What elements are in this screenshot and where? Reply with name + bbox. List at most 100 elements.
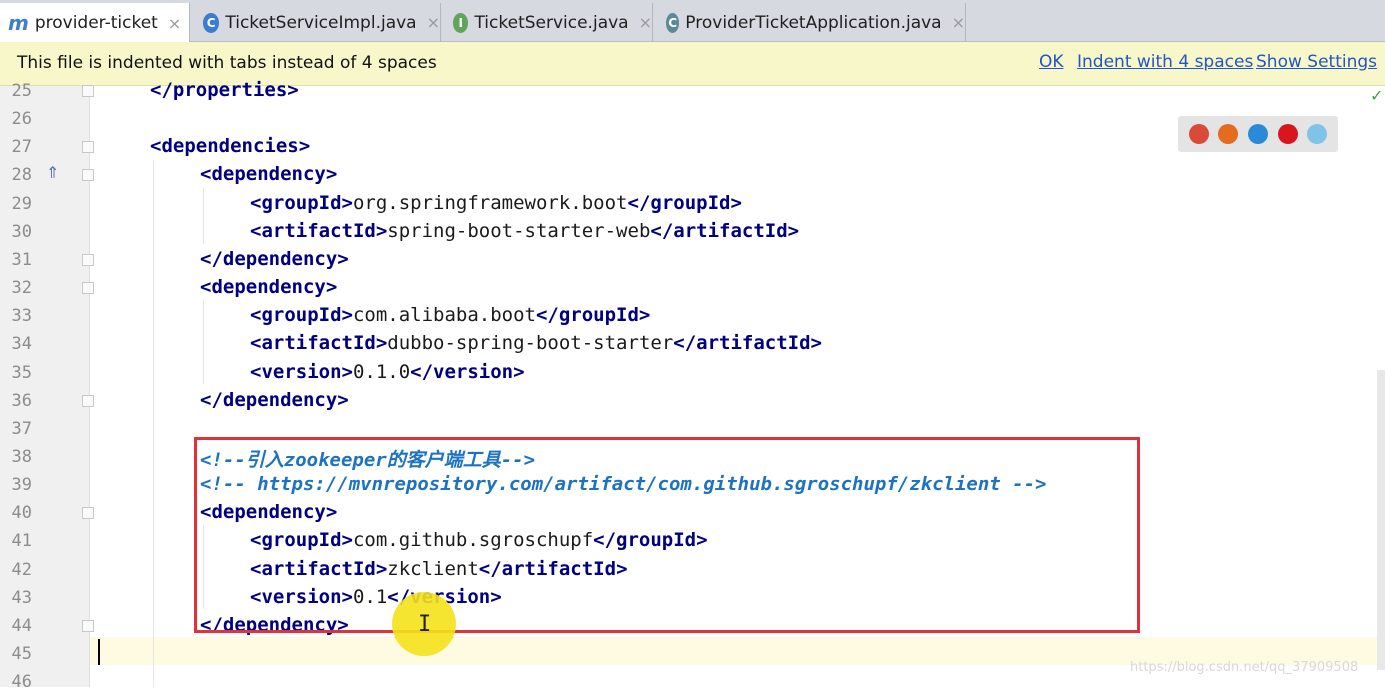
line-number: 34 [11, 334, 32, 355]
xml-tag: <version> [250, 360, 353, 383]
line-number: 37 [11, 418, 32, 439]
xml-tag: </version> [410, 360, 525, 383]
xml-tag: <artifactId> [250, 219, 388, 242]
code-text: <dependency> [200, 163, 337, 185]
line-number: 43 [11, 587, 32, 608]
inspection-ok-icon: ✓ [1370, 86, 1384, 105]
zkclient-dependency-highlight [194, 437, 1140, 633]
line-number: 42 [11, 559, 32, 580]
code-text: <groupId>com.alibaba.boot</groupId> [250, 304, 650, 326]
safari-icon[interactable] [1247, 124, 1268, 144]
code-line[interactable]: 25 </properties> [0, 77, 1385, 105]
xml-tag: <dependency> [200, 163, 338, 186]
line-number: 28 [11, 165, 32, 186]
ok-link[interactable]: OK [1039, 52, 1064, 72]
line-number: 41 [11, 531, 32, 552]
code-text: </dependency> [200, 248, 349, 270]
line-number: 39 [11, 475, 32, 496]
xml-text: spring-boot-starter-web [387, 219, 651, 242]
line-number: 44 [11, 615, 32, 636]
line-number: 32 [11, 278, 32, 299]
close-icon[interactable]: × [639, 13, 652, 32]
tab-provider-ticket-application[interactable]: C ProviderTicketApplication.java × [658, 3, 966, 42]
xml-tag: </properties> [150, 79, 299, 101]
close-icon[interactable]: × [168, 14, 181, 33]
opera-icon[interactable] [1277, 124, 1298, 144]
code-line[interactable]: 35 <version>0.1.0</version> [0, 359, 1385, 387]
fold-marker-icon[interactable] [82, 169, 94, 182]
fold-marker-icon[interactable] [82, 253, 94, 266]
code-text: <groupId>org.springframework.boot</group… [250, 192, 742, 214]
spring-app-icon: C [666, 12, 680, 33]
firefox-icon[interactable] [1218, 124, 1239, 144]
xml-tag: </dependency> [200, 247, 349, 270]
line-number: 36 [11, 390, 32, 411]
fold-marker-icon[interactable] [82, 619, 94, 632]
tab-label: TicketServiceImpl.java [225, 12, 417, 33]
ie-icon[interactable] [1307, 124, 1328, 144]
tab-ticket-service[interactable]: I TicketService.java × [445, 3, 653, 42]
line-number: 26 [11, 109, 32, 130]
xml-tag: <dependencies> [150, 135, 311, 158]
xml-tag: </groupId> [627, 191, 742, 214]
tab-label: provider-ticket [34, 13, 158, 33]
code-text: <artifactId>dubbo-spring-boot-starter</a… [250, 332, 822, 354]
text-cursor-icon: I [418, 612, 432, 637]
tab-provider-ticket[interactable]: m provider-ticket × [0, 3, 190, 43]
class-icon: C [203, 12, 220, 33]
line-number: 40 [11, 503, 32, 524]
code-text: </properties> [150, 79, 299, 101]
line-number: 46 [11, 672, 32, 693]
browser-preview-toolbar [1178, 116, 1338, 152]
code-text: <artifactId>spring-boot-starter-web</art… [250, 220, 799, 242]
xml-tag: </artifactId> [650, 219, 800, 242]
show-settings-link[interactable]: Show Settings [1256, 52, 1377, 72]
fold-marker-icon[interactable] [82, 141, 94, 154]
chrome-icon[interactable] [1188, 124, 1209, 144]
xml-tag: </artifactId> [673, 332, 822, 355]
code-line[interactable]: 31 </dependency> [0, 246, 1385, 274]
tab-label: ProviderTicketApplication.java [685, 12, 942, 33]
fold-marker-icon[interactable] [82, 85, 94, 97]
line-number: 38 [11, 446, 32, 467]
maven-icon: m [8, 11, 29, 35]
code-line[interactable]: 33 <groupId>com.alibaba.boot</groupId> [0, 302, 1385, 330]
fold-marker-icon[interactable] [82, 282, 94, 295]
line-number: 29 [11, 193, 32, 214]
xml-tag: </dependency> [200, 388, 349, 411]
line-number: 35 [11, 362, 32, 383]
tab-label: TicketService.java [474, 12, 629, 33]
xml-text: 0.1.0 [352, 360, 411, 383]
code-text: <version>0.1.0</version> [250, 361, 525, 383]
code-text: </dependency> [200, 389, 349, 411]
xml-text: dubbo-spring-boot-starter [387, 332, 674, 355]
xml-text: com.alibaba.boot [352, 304, 536, 327]
code-line[interactable]: 30 <artifactId>spring-boot-starter-web</a… [0, 218, 1385, 246]
code-line[interactable]: 36 </dependency> [0, 387, 1385, 415]
xml-tag: <groupId> [250, 191, 353, 214]
code-line[interactable]: 29 <groupId>org.springframework.boot</gro… [0, 190, 1385, 218]
override-marker-icon[interactable]: ⇑ [46, 163, 59, 182]
line-number: 45 [11, 644, 32, 664]
code-line[interactable]: 28 <dependency> [0, 161, 1385, 189]
indent-with-4-spaces-link[interactable]: Indent with 4 spaces [1077, 52, 1253, 72]
line-number: 30 [11, 221, 32, 242]
line-number: 25 [11, 81, 32, 101]
xml-tag: </groupId> [535, 304, 651, 327]
text-caret [98, 639, 100, 665]
xml-text: org.springframework.boot [352, 191, 628, 214]
tab-ticket-service-impl[interactable]: C TicketServiceImpl.java × [195, 3, 441, 42]
fold-marker-icon[interactable] [82, 394, 94, 407]
line-number: 31 [11, 249, 32, 270]
code-line[interactable]: 32 <dependency> [0, 274, 1385, 302]
interface-icon: I [453, 12, 469, 33]
close-icon[interactable]: × [427, 13, 440, 32]
code-line[interactable]: 34 <artifactId>dubbo-spring-boot-starter<… [0, 330, 1385, 358]
close-icon[interactable]: × [952, 13, 965, 32]
line-number: 33 [11, 306, 32, 327]
code-text: <dependencies> [150, 135, 310, 157]
vertical-scrollbar[interactable] [1377, 370, 1385, 670]
line-number: 27 [11, 137, 32, 158]
fold-marker-icon[interactable] [82, 507, 94, 520]
notification-message: This file is indented with tabs instead … [17, 53, 437, 73]
